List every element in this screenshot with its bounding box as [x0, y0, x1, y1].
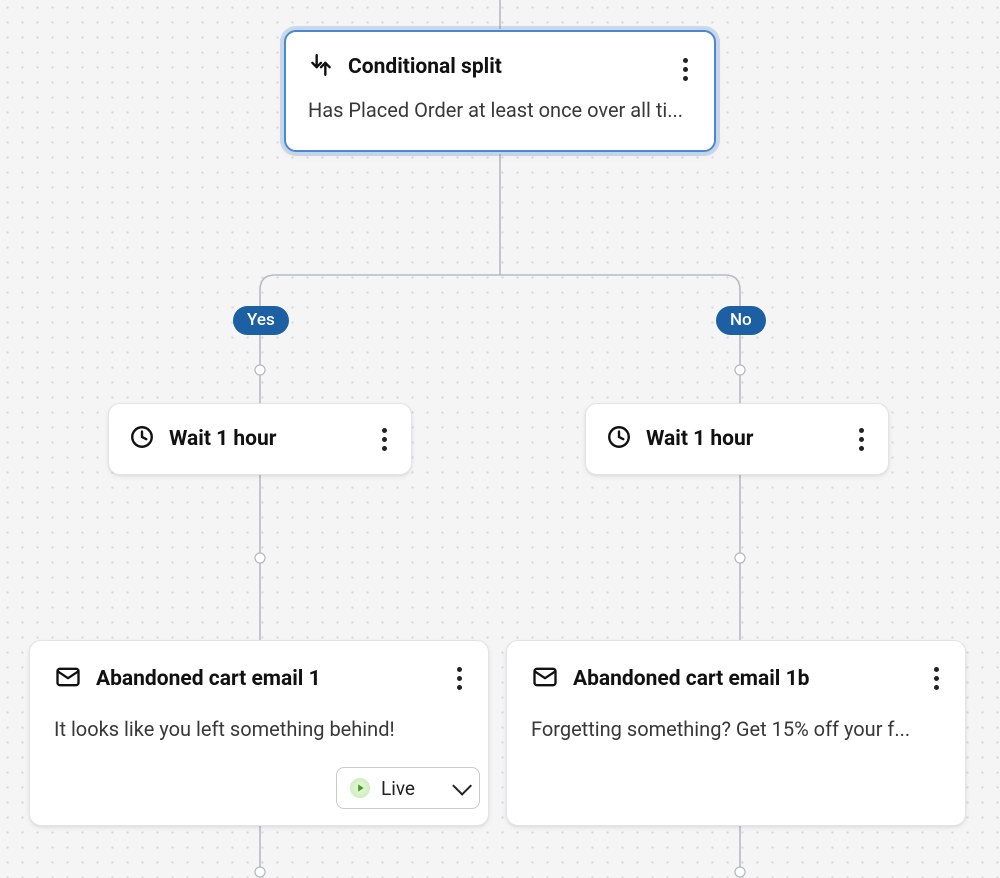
clock-icon — [129, 424, 155, 454]
node-wait-no[interactable]: Wait 1 hour — [585, 403, 889, 475]
clock-icon — [606, 424, 632, 454]
more-menu-button[interactable] — [921, 663, 951, 693]
more-vertical-icon — [457, 667, 462, 690]
email-preview: It looks like you left something behind! — [54, 717, 464, 741]
node-title: Wait 1 hour — [169, 427, 277, 451]
split-icon — [308, 52, 334, 82]
node-wait-yes[interactable]: Wait 1 hour — [108, 403, 412, 475]
play-circle-icon — [349, 777, 371, 799]
email-preview: Forgetting something? Get 15% off your f… — [531, 717, 941, 741]
more-vertical-icon — [382, 428, 387, 451]
node-email-no[interactable]: Abandoned cart email 1b Forgetting somet… — [506, 640, 966, 826]
more-menu-button[interactable] — [670, 54, 700, 84]
node-condition-text: Has Placed Order at least once over all … — [308, 98, 690, 122]
more-menu-button[interactable] — [369, 424, 399, 454]
flow-canvas[interactable]: Conditional split Has Placed Order at le… — [0, 0, 1000, 878]
more-vertical-icon — [683, 58, 688, 81]
more-menu-button[interactable] — [444, 663, 474, 693]
more-vertical-icon — [859, 428, 864, 451]
branch-pill-no: No — [716, 306, 766, 335]
node-title: Wait 1 hour — [646, 427, 754, 451]
more-vertical-icon — [934, 667, 939, 690]
node-conditional-split[interactable]: Conditional split Has Placed Order at le… — [284, 30, 716, 152]
node-title: Abandoned cart email 1 — [96, 667, 321, 691]
status-label: Live — [381, 777, 415, 800]
node-email-yes[interactable]: Abandoned cart email 1 It looks like you… — [29, 640, 489, 826]
node-title: Conditional split — [348, 55, 502, 79]
node-title: Abandoned cart email 1b — [573, 667, 809, 691]
more-menu-button[interactable] — [846, 424, 876, 454]
mail-icon — [531, 663, 559, 695]
mail-icon — [54, 663, 82, 695]
status-dropdown[interactable]: Live — [336, 767, 480, 809]
chevron-down-icon — [452, 776, 472, 796]
branch-pill-yes: Yes — [233, 306, 289, 335]
